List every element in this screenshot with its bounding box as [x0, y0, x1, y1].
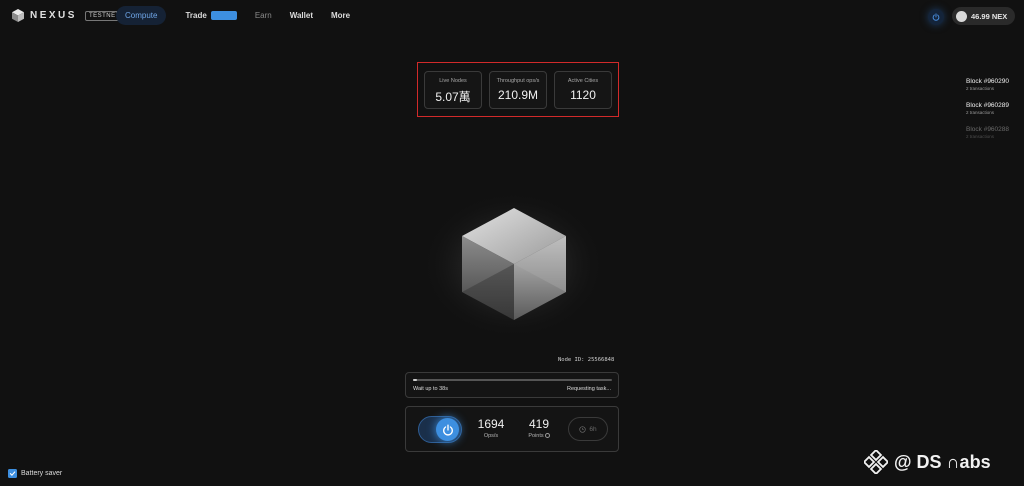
- block-transactions: 2 transactions: [966, 134, 995, 139]
- nav-wallet[interactable]: Wallet: [281, 6, 322, 25]
- block-title: Block #960289: [966, 102, 1010, 109]
- stat-value: 1120: [570, 88, 596, 102]
- battery-saver-label: Battery saver: [21, 470, 63, 477]
- power-icon: [442, 424, 453, 435]
- compute-cube-graphic: [421, 191, 605, 339]
- toggle-knob: [436, 418, 459, 441]
- stat-active-cities: Active Cities 1120: [554, 71, 612, 109]
- top-nav-bar: NEXUS TESTNET Compute Trade Earn Wallet …: [0, 0, 1024, 32]
- stat-live-nodes: Live Nodes 5.07萬: [424, 71, 482, 109]
- metric-ops: 1694 Ops/s: [476, 417, 506, 439]
- task-progress-card: Wait up to 38s Requesting task...: [405, 372, 619, 398]
- header-power-button[interactable]: [928, 9, 944, 25]
- binance-diamond-icon: [864, 450, 888, 474]
- power-icon: [932, 13, 940, 21]
- timer-label: 6h: [589, 425, 597, 433]
- node-control-card: 1694 Ops/s 419 Points 6h: [405, 406, 619, 452]
- cube-logo-icon: [12, 9, 24, 22]
- balance-value: 46.99 NEX: [971, 11, 1008, 21]
- info-icon[interactable]: [544, 433, 550, 439]
- metric-points: 419 Points: [522, 417, 556, 439]
- progress-fill: [413, 379, 417, 381]
- metric-label: Ops/s: [483, 433, 499, 439]
- watermark-text: @ DS ∩abs: [894, 451, 991, 472]
- nav-compute-label: Compute: [125, 11, 158, 20]
- nav-more-label: More: [330, 11, 351, 20]
- clock-icon: [579, 425, 587, 433]
- trade-new-badge: [210, 11, 237, 20]
- check-icon: [9, 471, 16, 476]
- block-transactions: 2 transactions: [966, 86, 995, 91]
- network-stats: Live Nodes 5.07萬 Throughput ops/s 210.9M…: [417, 62, 619, 117]
- stat-label: Live Nodes: [439, 78, 467, 84]
- brand-logo[interactable]: NEXUS TESTNET: [12, 9, 124, 22]
- stat-value: 210.9M: [497, 88, 539, 102]
- node-power-toggle[interactable]: [418, 416, 462, 443]
- block-item[interactable]: Block #960288 2 transactions: [966, 126, 1009, 139]
- stat-label: Active Cities: [567, 78, 599, 84]
- nav-earn-label: Earn: [254, 11, 272, 20]
- battery-saver-checkbox[interactable]: [8, 469, 17, 478]
- block-item[interactable]: Block #960290 2 transactions: [966, 78, 1009, 91]
- token-icon: [956, 10, 967, 22]
- metric-label: Points: [528, 433, 544, 439]
- stat-throughput: Throughput ops/s 210.9M: [489, 71, 547, 109]
- wait-text: Wait up to 38s: [413, 386, 448, 392]
- block-item[interactable]: Block #960289 2 transactions: [966, 102, 1009, 115]
- metric-value: 419: [528, 417, 550, 431]
- block-transactions: 2 transactions: [966, 110, 995, 115]
- nav-wallet-label: Wallet: [289, 11, 313, 20]
- balance-pill[interactable]: 46.99 NEX: [952, 7, 1016, 25]
- block-title: Block #960290: [966, 78, 1010, 85]
- metric-value: 1694: [477, 417, 505, 431]
- nav-compute[interactable]: Compute: [116, 6, 167, 25]
- stat-label: Throughput ops/s: [496, 78, 540, 84]
- battery-saver-toggle[interactable]: Battery saver: [8, 469, 62, 478]
- task-status: Requesting task...: [566, 386, 611, 392]
- stat-value: 5.07萬: [435, 90, 471, 104]
- app-page: NEXUS TESTNET Compute Trade Earn Wallet …: [0, 0, 1024, 486]
- block-feed: Block #960290 2 transactions Block #9602…: [966, 78, 1009, 150]
- progress-bar: [413, 379, 612, 381]
- watermark: @ DS ∩abs: [864, 450, 991, 474]
- block-title: Block #960288: [966, 126, 1010, 133]
- metric-label-wrap: Points: [522, 433, 556, 439]
- nav-more[interactable]: More: [322, 6, 359, 25]
- brand-name: NEXUS: [30, 10, 77, 21]
- nav-trade-label: Trade: [185, 11, 207, 20]
- node-id: Node ID: 25566848: [558, 357, 615, 363]
- nav-earn[interactable]: Earn: [246, 6, 281, 25]
- main-nav: Compute Trade Earn Wallet More: [116, 6, 359, 25]
- nav-trade[interactable]: Trade: [176, 6, 245, 25]
- runtime-timer-button[interactable]: 6h: [568, 417, 608, 441]
